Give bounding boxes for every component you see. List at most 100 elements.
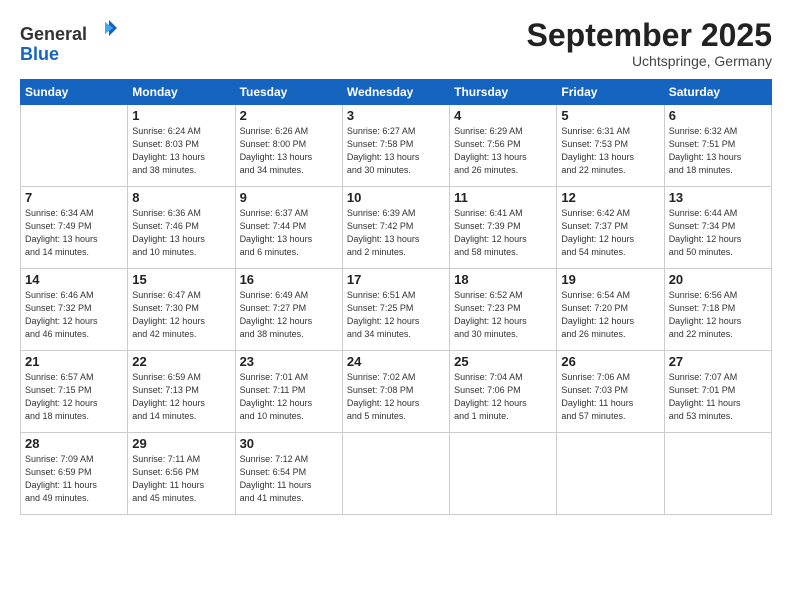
day-info: Sunrise: 6:27 AMSunset: 7:58 PMDaylight:… xyxy=(347,125,445,177)
table-row: 10 Sunrise: 6:39 AMSunset: 7:42 PMDayligh… xyxy=(342,187,449,269)
day-number: 17 xyxy=(347,272,445,287)
table-row: 17 Sunrise: 6:51 AMSunset: 7:25 PMDayligh… xyxy=(342,269,449,351)
header-saturday: Saturday xyxy=(664,80,771,105)
table-row: 11 Sunrise: 6:41 AMSunset: 7:39 PMDayligh… xyxy=(450,187,557,269)
logo: General Blue xyxy=(20,18,117,65)
day-number: 11 xyxy=(454,190,552,205)
day-number: 3 xyxy=(347,108,445,123)
table-row: 21 Sunrise: 6:57 AMSunset: 7:15 PMDayligh… xyxy=(21,351,128,433)
day-number: 21 xyxy=(25,354,123,369)
day-info: Sunrise: 7:11 AMSunset: 6:56 PMDaylight:… xyxy=(132,453,230,505)
day-number: 15 xyxy=(132,272,230,287)
calendar-week-row: 7 Sunrise: 6:34 AMSunset: 7:49 PMDaylight… xyxy=(21,187,772,269)
table-row: 2 Sunrise: 6:26 AMSunset: 8:00 PMDaylight… xyxy=(235,105,342,187)
table-row: 4Sunrise: 6:29 AMSunset: 7:56 PMDaylight… xyxy=(450,105,557,187)
logo-text: General xyxy=(20,18,117,45)
table-row: 13Sunrise: 6:44 AMSunset: 7:34 PMDayligh… xyxy=(664,187,771,269)
day-number: 2 xyxy=(240,108,338,123)
location-label: Uchtspringe, Germany xyxy=(527,53,772,69)
table-row: 8 Sunrise: 6:36 AMSunset: 7:46 PMDaylight… xyxy=(128,187,235,269)
table-row: 27 Sunrise: 7:07 AMSunset: 7:01 PMDayligh… xyxy=(664,351,771,433)
day-info: Sunrise: 6:44 AMSunset: 7:34 PMDaylight:… xyxy=(669,207,767,259)
calendar-table: Sunday Monday Tuesday Wednesday Thursday… xyxy=(20,79,772,515)
day-info: Sunrise: 6:37 AMSunset: 7:44 PMDaylight:… xyxy=(240,207,338,259)
day-info: Sunrise: 6:36 AMSunset: 7:46 PMDaylight:… xyxy=(132,207,230,259)
table-row: 29Sunrise: 7:11 AMSunset: 6:56 PMDayligh… xyxy=(128,433,235,515)
day-info: Sunrise: 7:07 AMSunset: 7:01 PMDaylight:… xyxy=(669,371,767,423)
day-number: 1 xyxy=(132,108,230,123)
header-friday: Friday xyxy=(557,80,664,105)
table-row: 28 Sunrise: 7:09 AMSunset: 6:59 PMDayligh… xyxy=(21,433,128,515)
table-row: 25Sunrise: 7:04 AMSunset: 7:06 PMDayligh… xyxy=(450,351,557,433)
day-info: Sunrise: 6:34 AMSunset: 7:49 PMDaylight:… xyxy=(25,207,123,259)
day-number: 7 xyxy=(25,190,123,205)
day-number: 5 xyxy=(561,108,659,123)
day-info: Sunrise: 7:02 AMSunset: 7:08 PMDaylight:… xyxy=(347,371,445,423)
table-row xyxy=(21,105,128,187)
header-thursday: Thursday xyxy=(450,80,557,105)
day-info: Sunrise: 6:57 AMSunset: 7:15 PMDaylight:… xyxy=(25,371,123,423)
table-row: 12 Sunrise: 6:42 AMSunset: 7:37 PMDayligh… xyxy=(557,187,664,269)
day-number: 14 xyxy=(25,272,123,287)
table-row: 7 Sunrise: 6:34 AMSunset: 7:49 PMDaylight… xyxy=(21,187,128,269)
table-row: 23Sunrise: 7:01 AMSunset: 7:11 PMDayligh… xyxy=(235,351,342,433)
logo-general: General xyxy=(20,24,87,44)
table-row xyxy=(664,433,771,515)
calendar-week-row: 1 Sunrise: 6:24 AMSunset: 8:03 PMDaylight… xyxy=(21,105,772,187)
header: General Blue September 2025 Uchtspringe,… xyxy=(20,18,772,69)
day-info: Sunrise: 7:09 AMSunset: 6:59 PMDaylight:… xyxy=(25,453,123,505)
day-number: 30 xyxy=(240,436,338,451)
day-number: 23 xyxy=(240,354,338,369)
day-number: 27 xyxy=(669,354,767,369)
day-number: 16 xyxy=(240,272,338,287)
day-number: 12 xyxy=(561,190,659,205)
day-number: 20 xyxy=(669,272,767,287)
day-info: Sunrise: 6:29 AMSunset: 7:56 PMDaylight:… xyxy=(454,125,552,177)
day-number: 24 xyxy=(347,354,445,369)
table-row: 16Sunrise: 6:49 AMSunset: 7:27 PMDayligh… xyxy=(235,269,342,351)
table-row: 22Sunrise: 6:59 AMSunset: 7:13 PMDayligh… xyxy=(128,351,235,433)
day-number: 8 xyxy=(132,190,230,205)
day-info: Sunrise: 6:31 AMSunset: 7:53 PMDaylight:… xyxy=(561,125,659,177)
day-info: Sunrise: 6:41 AMSunset: 7:39 PMDaylight:… xyxy=(454,207,552,259)
day-info: Sunrise: 6:56 AMSunset: 7:18 PMDaylight:… xyxy=(669,289,767,341)
table-row xyxy=(557,433,664,515)
day-number: 18 xyxy=(454,272,552,287)
table-row: 24 Sunrise: 7:02 AMSunset: 7:08 PMDayligh… xyxy=(342,351,449,433)
calendar-week-row: 14 Sunrise: 6:46 AMSunset: 7:32 PMDayligh… xyxy=(21,269,772,351)
table-row xyxy=(450,433,557,515)
day-number: 28 xyxy=(25,436,123,451)
table-row: 6 Sunrise: 6:32 AMSunset: 7:51 PMDaylight… xyxy=(664,105,771,187)
day-info: Sunrise: 7:12 AMSunset: 6:54 PMDaylight:… xyxy=(240,453,338,505)
day-info: Sunrise: 6:39 AMSunset: 7:42 PMDaylight:… xyxy=(347,207,445,259)
day-info: Sunrise: 6:51 AMSunset: 7:25 PMDaylight:… xyxy=(347,289,445,341)
day-number: 6 xyxy=(669,108,767,123)
table-row: 30 Sunrise: 7:12 AMSunset: 6:54 PMDayligh… xyxy=(235,433,342,515)
header-wednesday: Wednesday xyxy=(342,80,449,105)
logo-icon xyxy=(95,18,117,40)
day-number: 26 xyxy=(561,354,659,369)
table-row: 20 Sunrise: 6:56 AMSunset: 7:18 PMDayligh… xyxy=(664,269,771,351)
day-info: Sunrise: 6:32 AMSunset: 7:51 PMDaylight:… xyxy=(669,125,767,177)
header-monday: Monday xyxy=(128,80,235,105)
day-info: Sunrise: 6:59 AMSunset: 7:13 PMDaylight:… xyxy=(132,371,230,423)
day-info: Sunrise: 6:46 AMSunset: 7:32 PMDaylight:… xyxy=(25,289,123,341)
page-title: September 2025 xyxy=(527,18,772,53)
day-info: Sunrise: 7:04 AMSunset: 7:06 PMDaylight:… xyxy=(454,371,552,423)
day-number: 10 xyxy=(347,190,445,205)
day-info: Sunrise: 6:24 AMSunset: 8:03 PMDaylight:… xyxy=(132,125,230,177)
day-info: Sunrise: 6:47 AMSunset: 7:30 PMDaylight:… xyxy=(132,289,230,341)
table-row: 9Sunrise: 6:37 AMSunset: 7:44 PMDaylight… xyxy=(235,187,342,269)
table-row: 18Sunrise: 6:52 AMSunset: 7:23 PMDayligh… xyxy=(450,269,557,351)
logo-blue-text: Blue xyxy=(20,45,59,65)
table-row: 14 Sunrise: 6:46 AMSunset: 7:32 PMDayligh… xyxy=(21,269,128,351)
day-info: Sunrise: 6:42 AMSunset: 7:37 PMDaylight:… xyxy=(561,207,659,259)
page: General Blue September 2025 Uchtspringe,… xyxy=(0,0,792,612)
table-row: 5 Sunrise: 6:31 AMSunset: 7:53 PMDaylight… xyxy=(557,105,664,187)
table-row: 15 Sunrise: 6:47 AMSunset: 7:30 PMDayligh… xyxy=(128,269,235,351)
header-sunday: Sunday xyxy=(21,80,128,105)
table-row xyxy=(342,433,449,515)
table-row: 19Sunrise: 6:54 AMSunset: 7:20 PMDayligh… xyxy=(557,269,664,351)
calendar-week-row: 21 Sunrise: 6:57 AMSunset: 7:15 PMDayligh… xyxy=(21,351,772,433)
day-info: Sunrise: 6:26 AMSunset: 8:00 PMDaylight:… xyxy=(240,125,338,177)
